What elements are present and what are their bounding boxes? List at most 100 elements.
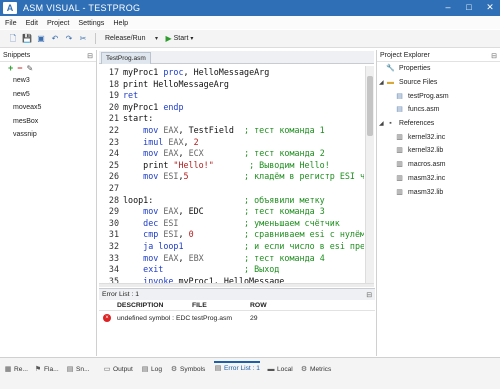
edit-snippet-icon[interactable]: ✎ (27, 64, 34, 73)
snippet-item[interactable]: mesBox (0, 115, 96, 129)
expand-icon[interactable]: ◢ (379, 79, 386, 86)
tree-item-source-files[interactable]: ◢ ▬ Source Files (377, 76, 500, 90)
window-title: ASM VISUAL - TESTPROG (23, 3, 141, 13)
code-token: print HelloMessageArg (123, 78, 229, 89)
cut-icon[interactable]: ✂ (78, 34, 88, 44)
tab-testprog[interactable]: TestProg.asm (101, 52, 151, 64)
pin-icon[interactable]: ⊟ (366, 291, 372, 299)
undo-icon[interactable]: ↶ (50, 34, 60, 44)
save-all-icon[interactable]: ▣ (36, 34, 46, 44)
code-token: EAX (163, 252, 179, 263)
code-line[interactable]: 22 mov EAX, TestField ; тест команда 1 (99, 125, 325, 137)
code-line[interactable]: 32 ja loop1 ; и если число в esi пре (99, 241, 364, 253)
tree-item-reference[interactable]: ▥ kernel32.inc (377, 130, 500, 144)
tab-metrics[interactable]: ⚙ Metrics (300, 363, 331, 376)
code-editor[interactable]: 17 myProc1 proc, HelloMessageArg 18 print H… (99, 66, 364, 283)
minimize-button[interactable]: – (442, 2, 454, 13)
tree-label: kernel32.inc (408, 133, 446, 141)
build-config-select[interactable]: Release/Run (103, 35, 147, 42)
tab-resources[interactable]: ▦ Re... (4, 363, 28, 376)
tree-item-file[interactable]: ▤ testProg.asm (377, 89, 500, 103)
tab-error-list[interactable]: ▤ Error List : 1 (214, 361, 260, 374)
snippet-item[interactable]: new3 (0, 74, 96, 88)
code-line[interactable]: 21 start: (99, 113, 153, 125)
expand-icon[interactable]: ◢ (379, 120, 386, 127)
remove-snippet-icon[interactable]: − (17, 63, 22, 73)
tab-local[interactable]: ▬ Local (267, 363, 293, 376)
code-line[interactable]: 29 mov EAX, EDC ; тест команда 3 (99, 206, 325, 218)
code-line[interactable]: 30 dec ESI ; уменьшаем счётчик (99, 218, 340, 230)
code-token: loop1: (123, 194, 154, 205)
code-token: imul (123, 136, 169, 147)
tree-item-file[interactable]: ▤ funcs.asm (377, 103, 500, 117)
explorer-title: Project Explorer (380, 52, 430, 59)
error-description: undefined symbol : EDC (117, 314, 191, 322)
close-button[interactable]: ✕ (484, 2, 496, 13)
tab-label: Symbols (180, 366, 206, 373)
tab-symbols[interactable]: ⚙ Symbols (170, 363, 205, 376)
snippet-item[interactable]: moveax5 (0, 101, 96, 115)
tree-item-reference[interactable]: ▥ macros.asm (377, 158, 500, 172)
code-line[interactable]: 18 print HelloMessageArg (99, 79, 229, 91)
column-row[interactable]: ROW (250, 302, 290, 309)
code-line[interactable]: 25 print "Hello!" ; Выводим Hello! (99, 160, 330, 172)
code-token: ; тест команда 4 (244, 252, 325, 263)
code-line[interactable]: 17 myProc1 proc, HelloMessageArg (99, 67, 269, 79)
horizontal-scrollbar[interactable] (99, 283, 374, 287)
pin-icon[interactable]: ⊟ (87, 52, 93, 60)
code-token: EBX (188, 252, 204, 263)
code-line[interactable]: 19 ret (99, 90, 138, 102)
code-token: , HelloMessageArg (183, 67, 270, 77)
snippet-item[interactable]: new5 (0, 88, 96, 102)
code-line[interactable]: 23 imul EAX, 2 (99, 137, 199, 149)
line-number: 20 (108, 101, 119, 112)
menu-settings[interactable]: Settings (78, 18, 104, 27)
code-token: cmp (123, 229, 164, 240)
bottom-tab-bar: ▦ Re... ⚑ Fla... ▤ Sn... ▭ Output ▤ Log … (0, 357, 500, 389)
code-token: ; Выход (244, 264, 280, 275)
start-button[interactable]: ▶ Start ▾ (165, 34, 193, 43)
tree-item-reference[interactable]: ▥ masm32.inc (377, 172, 500, 186)
code-line[interactable]: 34 exit ; Выход (99, 264, 279, 276)
chevron-down-icon[interactable]: ▾ (151, 34, 161, 44)
code-line[interactable]: 24 mov EAX, ECX ; тест команда 2 (99, 148, 325, 160)
column-description[interactable]: DESCRIPTION (99, 302, 192, 309)
tab-label: Log (151, 366, 163, 373)
tree-item-reference[interactable]: ▥ masm32.lib (377, 185, 500, 199)
code-line[interactable]: 20 myProc1 endp (99, 102, 184, 114)
save-icon[interactable]: 💾 (22, 34, 32, 44)
column-file[interactable]: FILE (192, 302, 250, 309)
menu-help[interactable]: Help (113, 18, 128, 27)
code-line[interactable]: 28 loop1: ; объявили метку (99, 195, 325, 207)
menu-file[interactable]: File (5, 18, 17, 27)
maximize-button[interactable]: □ (463, 2, 475, 13)
resources-icon: ▦ (4, 365, 12, 373)
tree-item-references[interactable]: ◢ ▪ References (377, 117, 500, 131)
menu-project[interactable]: Project (47, 18, 69, 27)
vertical-scrollbar[interactable] (365, 66, 374, 283)
tab-output[interactable]: ▭ Output (103, 363, 133, 376)
code-token: EAX (163, 206, 179, 217)
tab-log[interactable]: ▤ Log (141, 363, 162, 376)
new-file-icon[interactable]: 🗋 (8, 34, 18, 44)
tree-item-properties[interactable]: 🔧 Properties (377, 62, 500, 76)
tab-snippets[interactable]: ▤ Sn... (66, 363, 90, 376)
error-row[interactable]: × undefined symbol : EDC testProg.asm 29 (99, 311, 375, 325)
code-line[interactable]: 26 mov ESI, 5 ; кладём в регистр ESI ч (99, 171, 364, 183)
code-line[interactable]: 33 mov EAX, EBX ; тест команда 4 (99, 253, 325, 265)
tab-flags[interactable]: ⚑ Fla... (34, 363, 59, 376)
scroll-thumb[interactable] (367, 76, 373, 136)
code-line[interactable]: 35 invoke myProc1, HelloMessage (99, 276, 284, 283)
error-row-number: 29 (250, 314, 258, 322)
pin-icon[interactable]: ⊟ (491, 52, 497, 60)
code-token: ; и если число в esi пре (244, 241, 364, 251)
add-snippet-icon[interactable]: + (8, 63, 13, 73)
code-token: , (178, 148, 189, 159)
menu-edit[interactable]: Edit (26, 18, 38, 27)
snippet-item[interactable]: vassnip (0, 128, 96, 142)
redo-icon[interactable]: ↷ (64, 34, 74, 44)
code-line[interactable]: 31 cmp ESI, 0 ; сравниваем esi с нулём (99, 229, 364, 241)
code-line[interactable]: 27 (99, 183, 123, 195)
tree-item-reference[interactable]: ▥ kernel32.lib (377, 144, 500, 158)
